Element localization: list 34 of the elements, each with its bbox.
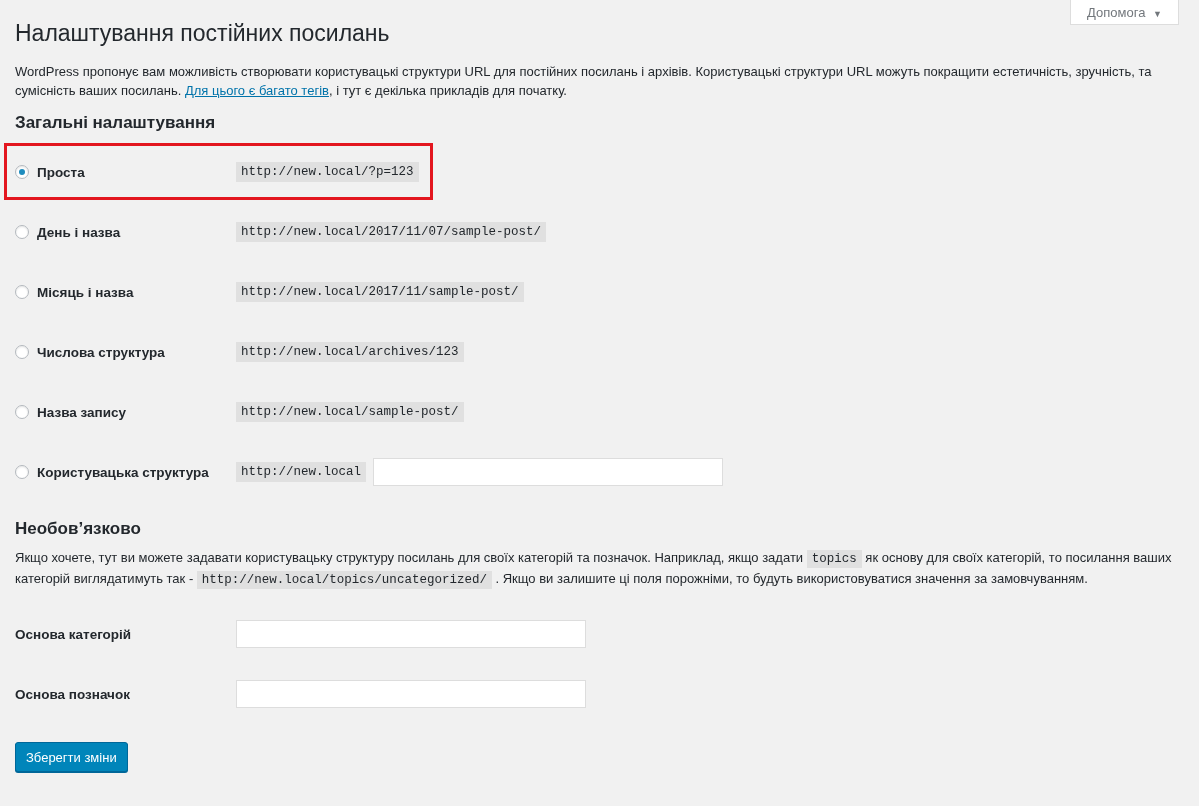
url-example: http://new.local/archives/123 (236, 342, 464, 362)
section-heading: Загальні налаштування (15, 112, 217, 134)
tags-link[interactable]: Для цього є багато тегів (184, 83, 329, 98)
input-field[interactable] (236, 680, 586, 708)
url-example: http://new.local/2017/11/07/sample-post/ (236, 222, 547, 242)
field-label: Основа позначок (15, 686, 131, 702)
input-field[interactable] (236, 620, 586, 648)
url-example: http://new.local/?p=123 (236, 162, 419, 182)
url-example: http://new.local/sample-post/ (236, 402, 464, 422)
radio-button[interactable] (15, 285, 29, 299)
custom-structure-field[interactable] (373, 458, 724, 486)
option-label: День і назва (37, 224, 121, 240)
optional-text: Якщо хочете, тут ви можете задавати користувацьку структуру посилань для своїх категорій та позначок. Наприклад, якщо задати topics як основу для своїх категорій, то посилання ваших категорій виглядатимуть так - http://new.local/topics/uncategorized/ . Якщо ви залишите ці поля порожніми, то будуть використовуватися значення за замовчуванням. (15, 549, 1173, 590)
save-button[interactable]: Зберегти зміни (15, 742, 128, 772)
option-label: Проста (37, 164, 85, 180)
url-example: http://new.local (236, 462, 367, 482)
radio-button[interactable] (15, 345, 29, 359)
page-title: Налаштування постійних посилань (15, 19, 390, 48)
caret-icon: ▼ (1153, 8, 1162, 19)
code-snippet: http://new.local/topics/uncategorized/ (196, 571, 492, 589)
radio-button[interactable] (15, 405, 29, 419)
radio-button[interactable] (15, 465, 29, 479)
intro-text: WordPress пропонує вам можливість створювати користувацькі структури URL для постійних посилань і архівів. Користувацькі структури URL можуть покращити естетичність, зручність, та сумісність ваших посилань. Для цього є багато тегів, і тут є декілька прикладів для початку. (15, 63, 1153, 100)
option-label: Назва запису (37, 404, 127, 420)
option-label: Місяць і назва (37, 284, 134, 300)
option-label: Числова структура (37, 344, 165, 360)
code-snippet: topics (806, 550, 862, 568)
radio-button[interactable] (15, 225, 29, 239)
url-example: http://new.local/2017/11/sample-post/ (236, 282, 524, 302)
section-heading: Необов’язково (15, 518, 142, 540)
radio-button[interactable] (15, 165, 29, 179)
help-button[interactable]: Допомога ▼ (1070, 0, 1179, 25)
field-label: Основа категорій (15, 626, 133, 642)
option-label: Користувацька структура (37, 464, 209, 480)
